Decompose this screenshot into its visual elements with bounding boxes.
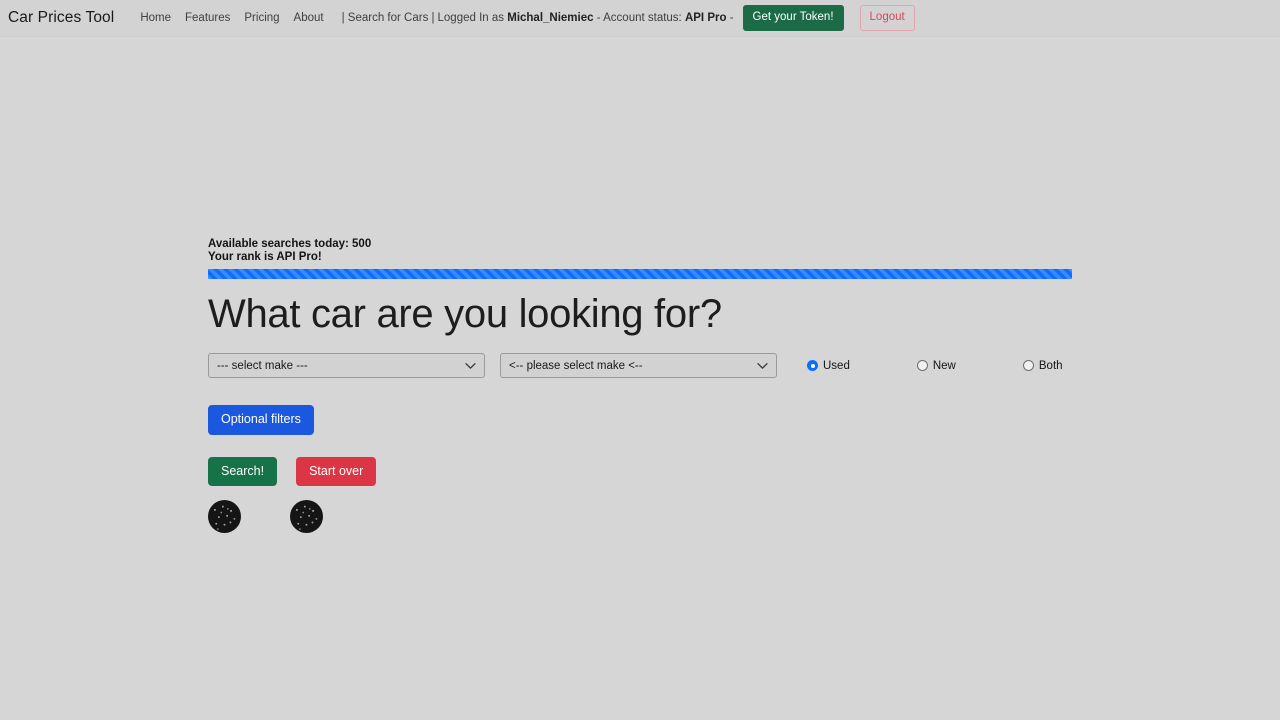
radio-option-used[interactable]: Used bbox=[807, 360, 850, 372]
account-status-suffix: - bbox=[729, 12, 734, 24]
start-over-button[interactable]: Start over bbox=[296, 456, 377, 487]
username-label: Michal_Niemiec bbox=[507, 12, 594, 24]
search-form-container: Available searches today: 500 Your rank … bbox=[208, 238, 1072, 534]
quota-progress-fill bbox=[208, 269, 1072, 280]
nav-link-home[interactable]: Home bbox=[133, 12, 178, 24]
nav-link-about[interactable]: About bbox=[287, 12, 331, 24]
loading-spinners-row bbox=[208, 500, 1072, 534]
radio-new-input[interactable] bbox=[916, 360, 928, 372]
top-navbar: Car Prices Tool Home Features Pricing Ab… bbox=[0, 0, 1280, 37]
chevron-down-icon bbox=[757, 362, 768, 369]
radio-new-label: New bbox=[932, 359, 956, 372]
user-rank-text: Your rank is API Pro! bbox=[208, 251, 322, 264]
logout-button[interactable]: Logout bbox=[859, 4, 915, 32]
model-select[interactable]: <-- please select make <-- bbox=[500, 353, 777, 379]
loading-spinner-icon bbox=[290, 500, 323, 534]
make-select-value: --- select make --- bbox=[217, 359, 308, 372]
loading-spinner-icon bbox=[208, 500, 241, 534]
selectors-row: --- select make --- <-- please select ma… bbox=[208, 353, 1072, 379]
logged-in-status: Logged In as Michal_Niemiec - Account st… bbox=[438, 12, 734, 24]
account-status-prefix: - Account status: bbox=[596, 12, 682, 24]
optional-filters-button[interactable]: Optional filters bbox=[208, 405, 314, 435]
get-token-button[interactable]: Get your Token! bbox=[742, 4, 844, 32]
radio-option-both[interactable]: Both bbox=[1022, 359, 1063, 372]
account-status-value: API Pro bbox=[684, 12, 727, 24]
page-title: What car are you looking for? bbox=[208, 292, 722, 337]
nav-search-for-cars-link[interactable]: | Search for Cars | bbox=[331, 12, 435, 24]
chevron-down-icon bbox=[465, 362, 476, 369]
radio-both-input[interactable] bbox=[1022, 360, 1034, 372]
condition-radio-group: Used New Both bbox=[807, 360, 1063, 372]
radio-used-input[interactable] bbox=[807, 360, 818, 372]
radio-both-label: Both bbox=[1038, 359, 1063, 372]
nav-link-pricing[interactable]: Pricing bbox=[237, 12, 286, 24]
brand-logo[interactable]: Car Prices Tool bbox=[8, 9, 114, 27]
make-select[interactable]: --- select make --- bbox=[208, 353, 485, 379]
available-searches-text: Available searches today: 500 bbox=[208, 238, 372, 250]
search-button[interactable]: Search! bbox=[208, 456, 278, 487]
nav-links: Home Features Pricing About bbox=[133, 12, 330, 24]
logged-in-prefix: Logged In as bbox=[437, 12, 505, 24]
radio-option-new[interactable]: New bbox=[916, 359, 956, 372]
radio-used-label: Used bbox=[823, 359, 850, 372]
quota-progress-bar bbox=[208, 269, 1072, 280]
model-select-value: <-- please select make <-- bbox=[509, 359, 643, 372]
main-content: Available searches today: 500 Your rank … bbox=[0, 37, 1280, 720]
nav-link-features[interactable]: Features bbox=[178, 12, 237, 24]
action-buttons-row: Search! Start over bbox=[208, 456, 1072, 487]
